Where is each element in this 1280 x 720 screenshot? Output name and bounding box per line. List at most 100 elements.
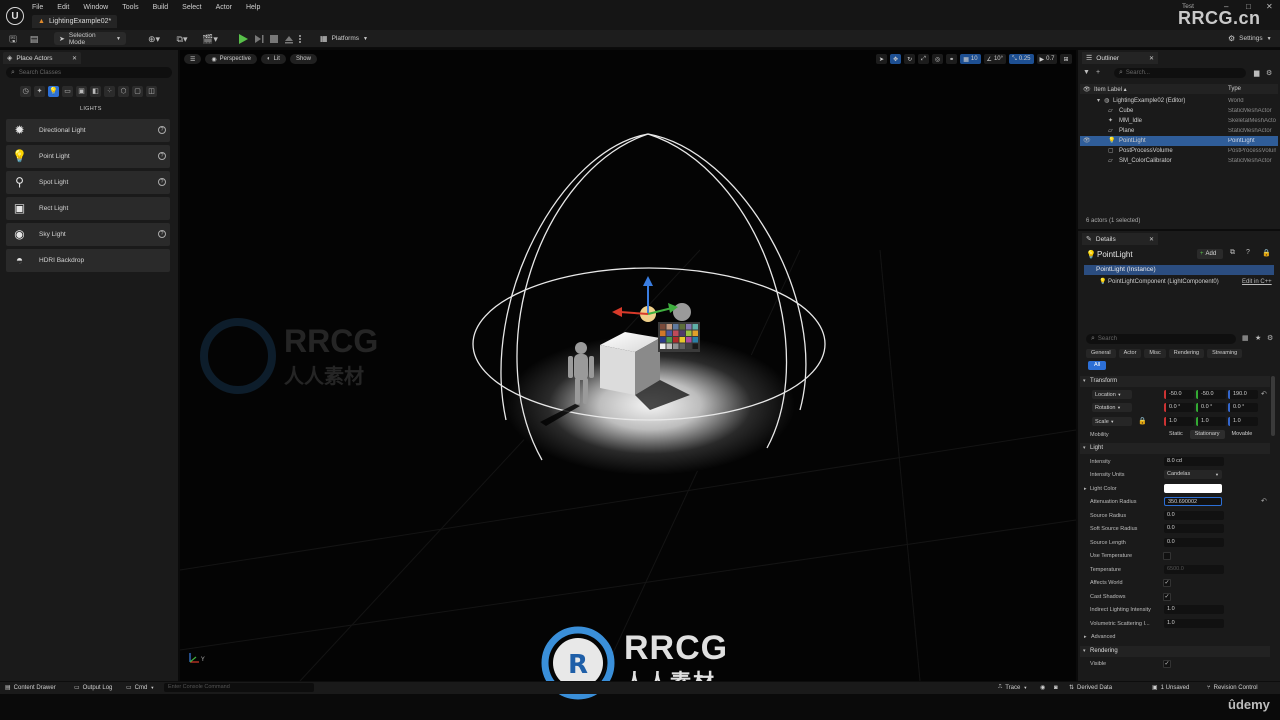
place-item-spot-light[interactable]: ⚲ Spot Light ? xyxy=(6,171,170,194)
lock-icon[interactable]: 🔒 xyxy=(1138,417,1147,425)
col-type[interactable]: Type xyxy=(1228,86,1241,92)
outliner-row-world[interactable]: ▾ ◍ LightingExample02 (Editor) World xyxy=(1080,96,1278,106)
blueprint-icon[interactable]: ⧉ xyxy=(1230,249,1235,257)
derived-data-button[interactable]: ⇅ Derived Data xyxy=(1069,683,1112,692)
outliner-row[interactable]: ▢ PostProcessVolume PostProcessVolume xyxy=(1080,146,1278,156)
details-search-input[interactable]: ⌕ Search xyxy=(1086,334,1236,344)
menu-actor[interactable]: Actor xyxy=(216,4,232,11)
temperature-field[interactable]: 6500.0 xyxy=(1164,565,1224,574)
close-tab-icon[interactable]: ✕ xyxy=(72,55,77,62)
play-icon[interactable] xyxy=(239,34,248,44)
panel-divider[interactable] xyxy=(1078,229,1280,231)
lights-category-icon[interactable]: 💡 xyxy=(48,86,59,97)
collapse-icon[interactable]: ▾ xyxy=(1083,378,1086,384)
lock-icon[interactable]: 🔒 xyxy=(1262,249,1271,257)
close-tab-icon[interactable]: ✕ xyxy=(1149,55,1154,62)
scale-x-field[interactable]: 1.0 xyxy=(1164,417,1194,426)
rotation-x-field[interactable]: 0.0 ° xyxy=(1164,403,1194,412)
expand-icon[interactable]: ▾ xyxy=(1097,97,1104,104)
place-item-sky-light[interactable]: ◉ Sky Light ? xyxy=(6,223,170,246)
location-x-field[interactable]: -50.0 xyxy=(1164,390,1194,399)
add-filter-icon[interactable]: + xyxy=(1096,69,1100,76)
visible-checkbox[interactable]: ✓ xyxy=(1163,660,1171,668)
light-color-swatch[interactable] xyxy=(1164,484,1222,493)
intensity-units-dropdown[interactable]: Candelas ▼ xyxy=(1164,470,1222,479)
collapse-icon[interactable]: ▾ xyxy=(1083,648,1086,654)
scale-snap-button[interactable]: ⤡ 0.25 xyxy=(1009,54,1034,64)
help-icon[interactable]: ? xyxy=(158,230,166,238)
content-drawer-button[interactable]: ▤ Content Drawer xyxy=(5,683,56,692)
place-actors-tab[interactable]: ◈ Place Actors ✕ xyxy=(3,52,81,64)
expand-icon[interactable]: ▸ xyxy=(1084,486,1087,492)
reset-to-default-icon[interactable]: ↶ xyxy=(1261,497,1267,505)
outliner-row-selected[interactable]: 👁 💡 PointLight PointLight xyxy=(1080,136,1278,146)
surface-snap-icon[interactable]: ⚭ xyxy=(946,54,958,64)
use-temperature-checkbox[interactable] xyxy=(1163,552,1171,560)
scale-y-field[interactable]: 1.0 xyxy=(1196,417,1226,426)
light-section-header[interactable]: Light xyxy=(1080,443,1270,454)
console-command-input[interactable]: Enter Console Command xyxy=(164,683,314,692)
camera-speed-button[interactable]: ▶ 0.7 xyxy=(1036,54,1058,64)
location-dropdown[interactable]: Location ▼ xyxy=(1092,390,1132,399)
gear-icon[interactable]: ⚙ xyxy=(1266,69,1272,77)
expand-icon[interactable]: ▸ xyxy=(1084,634,1087,640)
soft-source-radius-field[interactable]: 0.0 xyxy=(1164,524,1224,533)
menu-tools[interactable]: Tools xyxy=(122,4,138,11)
mobility-static[interactable]: Static xyxy=(1164,430,1188,439)
geometry-icon[interactable]: ⬡ xyxy=(118,86,129,97)
all-classes-icon[interactable]: ▢ xyxy=(132,86,143,97)
platforms-button[interactable]: ▦ Platforms ▼ xyxy=(320,32,368,45)
viewport-options-button[interactable]: ☰ xyxy=(184,54,202,64)
rotation-y-field[interactable]: 0.0 ° xyxy=(1196,403,1226,412)
place-item-rect-light[interactable]: ▣ Rect Light xyxy=(6,197,170,220)
place-item-point-light[interactable]: 💡 Point Light ? xyxy=(6,145,170,168)
unreal-logo-icon[interactable]: U xyxy=(6,7,24,25)
rotation-z-field[interactable]: 0.0 ° xyxy=(1228,403,1258,412)
menu-help[interactable]: Help xyxy=(246,4,260,11)
filter-general[interactable]: General xyxy=(1086,349,1116,358)
component-instance-row[interactable]: PointLight (Instance) xyxy=(1084,265,1274,275)
more-options-icon[interactable] xyxy=(299,35,301,37)
folder-icon[interactable]: ▆ xyxy=(1254,69,1259,77)
mobility-movable[interactable]: Movable xyxy=(1227,430,1258,439)
menu-build[interactable]: Build xyxy=(153,4,169,11)
add-actor-icon[interactable]: ⊕▾ xyxy=(144,33,164,45)
more-classes-icon[interactable]: ◫ xyxy=(146,86,157,97)
visual-effects-icon[interactable]: ◧ xyxy=(90,86,101,97)
visibility-icon[interactable]: 👁 xyxy=(1083,137,1091,144)
reset-to-default-icon[interactable]: ↶ xyxy=(1261,390,1267,398)
select-tool-icon[interactable]: ➤ xyxy=(876,54,888,64)
rotate-tool-icon[interactable]: ↻ xyxy=(904,54,916,64)
filter-misc[interactable]: Misc xyxy=(1144,349,1166,358)
help-icon[interactable]: ? xyxy=(158,152,166,160)
edit-in-cpp-link[interactable]: Edit in C++ xyxy=(1242,279,1272,285)
unsaved-button[interactable]: ▣ 1 Unsaved xyxy=(1152,683,1189,692)
collapse-icon[interactable]: ▾ xyxy=(1083,445,1086,451)
view-mode-button[interactable]: ◐ Lit xyxy=(261,54,286,64)
outliner-row[interactable]: ▱ SM_ColorCalibrator StaticMeshActor xyxy=(1080,156,1278,166)
selection-mode-dropdown[interactable]: ➤ Selection Mode ▼ xyxy=(54,32,126,46)
affects-world-checkbox[interactable]: ✓ xyxy=(1163,579,1171,587)
location-y-field[interactable]: -50.0 xyxy=(1196,390,1226,399)
details-scrollbar[interactable] xyxy=(1271,376,1275,436)
intensity-field[interactable]: 8.0 cd xyxy=(1164,457,1224,466)
indirect-lighting-field[interactable]: 1.0 xyxy=(1164,605,1224,614)
outliner-search-input[interactable]: ⌕ Search... xyxy=(1114,68,1246,78)
mobility-stationary[interactable]: Stationary xyxy=(1189,430,1225,439)
stop-icon[interactable] xyxy=(270,35,278,43)
basic-icon[interactable]: ✦ xyxy=(34,86,45,97)
world-space-icon[interactable]: ◎ xyxy=(931,54,944,64)
record-icon[interactable]: ◉ xyxy=(1040,683,1045,692)
cast-shadows-checkbox[interactable]: ✓ xyxy=(1163,593,1171,601)
menu-edit[interactable]: Edit xyxy=(57,4,69,11)
rotation-dropdown[interactable]: Rotation ▼ xyxy=(1092,403,1132,412)
details-actor-name[interactable]: PointLight xyxy=(1097,250,1133,259)
scale-dropdown[interactable]: Scale ▼ xyxy=(1092,417,1132,426)
place-item-hdri-backdrop[interactable]: ◓ HDRI Backdrop xyxy=(6,249,170,272)
volumes-icon[interactable]: ⁘ xyxy=(104,86,115,97)
details-tab[interactable]: ✎ Details ✕ xyxy=(1082,233,1158,245)
visibility-icon[interactable]: 👁 xyxy=(1083,86,1091,93)
filter-actor[interactable]: Actor xyxy=(1118,349,1142,358)
level-tab[interactable]: ▲ LightingExample02* xyxy=(32,15,118,28)
attenuation-radius-field[interactable]: 350.690002 xyxy=(1164,497,1222,506)
